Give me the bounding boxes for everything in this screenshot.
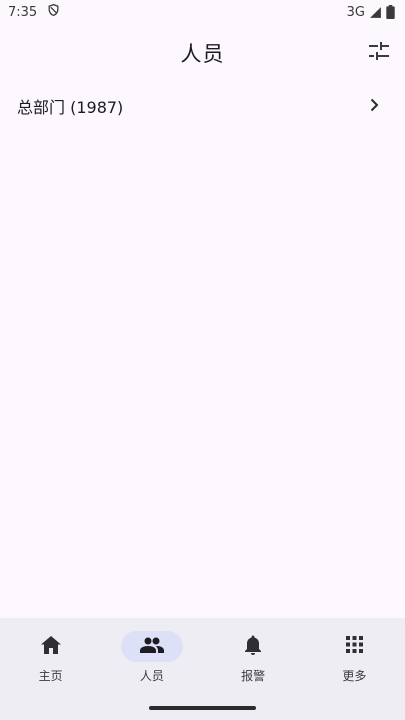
bottom-navigation: 主页 人员 报警 更多: [0, 618, 405, 720]
nav-icon-container: [222, 631, 284, 662]
nav-label-people: 人员: [139, 669, 164, 683]
status-left: 7:35: [8, 3, 60, 21]
status-time: 7:35: [8, 4, 38, 20]
nav-label-alarm: 报警: [241, 669, 266, 683]
bell-icon: [245, 635, 262, 659]
nav-icon-container: [323, 631, 385, 662]
signal-icon: [369, 6, 382, 19]
apps-grid-icon: [345, 636, 363, 657]
page-title: 人员: [180, 42, 225, 66]
department-label: 总部门 (1987): [17, 98, 124, 117]
home-icon: [40, 635, 61, 658]
nav-icon-container: [20, 631, 82, 662]
people-icon: [139, 637, 164, 657]
shield-icon: [47, 3, 60, 21]
department-list: 总部门 (1987): [0, 86, 405, 126]
nav-item-home[interactable]: 主页: [0, 631, 101, 698]
list-item[interactable]: 总部门 (1987): [0, 86, 405, 126]
status-right: 3G: [347, 5, 395, 20]
nav-item-people[interactable]: 人员: [101, 631, 202, 698]
network-type: 3G: [346, 4, 365, 20]
nav-item-alarm[interactable]: 报警: [203, 631, 304, 698]
app-bar: 人员: [0, 30, 405, 76]
nav-label-more: 更多: [342, 669, 367, 683]
battery-icon: [386, 5, 395, 19]
gesture-home-indicator[interactable]: [149, 706, 256, 710]
nav-item-more[interactable]: 更多: [304, 631, 405, 698]
nav-active-indicator: [120, 631, 183, 662]
nav-label-home: 主页: [38, 669, 63, 683]
chevron-right-icon: [370, 97, 379, 116]
filter-button[interactable]: [365, 39, 393, 67]
status-bar: 7:35 3G: [0, 0, 405, 24]
tune-filter-icon: [369, 42, 389, 64]
